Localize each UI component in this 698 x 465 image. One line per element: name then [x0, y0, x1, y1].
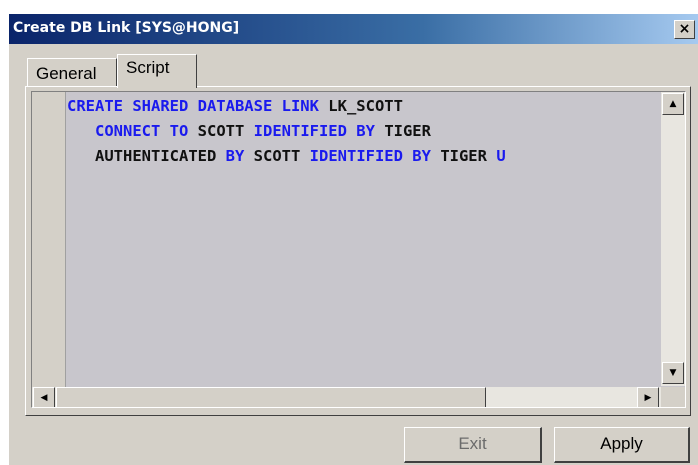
sql-keyword: IDENTIFIED BY: [253, 122, 385, 140]
tab-general[interactable]: General: [27, 58, 117, 86]
exit-button[interactable]: Exit: [404, 427, 542, 463]
scroll-down-button[interactable]: ▼: [662, 362, 684, 384]
sql-identifier: SCOTT: [197, 122, 254, 140]
horizontal-scrollbar[interactable]: ◀ ▶: [32, 387, 661, 407]
sql-identifier: AUTHENTICATED: [95, 147, 226, 165]
code-line: CONNECT TO SCOTT IDENTIFIED BY TIGER: [67, 119, 661, 144]
arrow-down-icon: ▼: [669, 368, 677, 378]
arrow-right-icon: ▶: [644, 393, 652, 403]
sql-keyword: CREATE SHARED DATABASE LINK: [67, 97, 329, 115]
window-title: Create DB Link [SYS@HONG]: [13, 20, 240, 36]
sql-keyword: IDENTIFIED BY: [309, 147, 441, 165]
sql-identifier: SCOTT: [253, 147, 310, 165]
sql-identifier: LK_SCOTT: [328, 97, 403, 115]
tab-script-label: Script: [126, 58, 170, 77]
sql-keyword: U: [496, 147, 506, 165]
sql-identifier: [67, 147, 95, 165]
code-line: CREATE SHARED DATABASE LINK LK_SCOTT: [67, 94, 661, 119]
editor-gutter: [32, 92, 66, 387]
sql-identifier: [67, 122, 95, 140]
close-icon: ×: [678, 21, 691, 37]
sql-identifier: TIGER: [440, 147, 497, 165]
tab-general-label: General: [36, 64, 97, 83]
sql-keyword: BY: [225, 147, 254, 165]
vertical-scrollbar[interactable]: ▲ ▼: [661, 92, 685, 386]
code-line: AUTHENTICATED BY SCOTT IDENTIFIED BY TIG…: [67, 144, 661, 169]
sql-identifier: TIGER: [384, 122, 431, 140]
scroll-right-button[interactable]: ▶: [637, 387, 659, 407]
arrow-up-icon: ▲: [669, 99, 677, 109]
scroll-left-button[interactable]: ◀: [33, 387, 55, 407]
sql-keyword: CONNECT TO: [95, 122, 198, 140]
close-button[interactable]: ×: [674, 20, 695, 39]
scrollbar-corner: [661, 387, 685, 407]
script-code[interactable]: CREATE SHARED DATABASE LINK LK_SCOTT CON…: [67, 94, 661, 387]
tab-script[interactable]: Script: [117, 54, 197, 88]
arrow-left-icon: ◀: [40, 393, 48, 403]
script-editor[interactable]: CREATE SHARED DATABASE LINK LK_SCOTT CON…: [31, 91, 686, 408]
horizontal-scroll-thumb[interactable]: [56, 387, 486, 407]
scroll-up-button[interactable]: ▲: [662, 93, 684, 115]
create-db-link-dialog: Create DB Link [SYS@HONG] × General Scri…: [8, 13, 698, 465]
title-bar[interactable]: Create DB Link [SYS@HONG] ×: [9, 14, 698, 44]
apply-button[interactable]: Apply: [554, 427, 690, 463]
